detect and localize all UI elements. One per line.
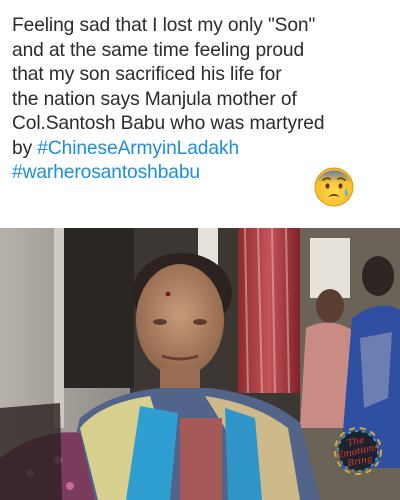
caption-line: by #ChineseArmyinLadakh	[12, 137, 390, 162]
sad-face-emoji-icon	[314, 167, 354, 207]
caption-line: that my son sacrificed his life for	[12, 64, 282, 85]
caption-text: Feeling sad that I lost my only "Son" an…	[12, 14, 390, 186]
caption-line: Col.Santosh Babu who was martyred	[12, 113, 325, 134]
caption-line: Feeling sad that I lost my only "Son"	[12, 15, 316, 36]
caption-by-text: by	[12, 137, 38, 159]
caption-line: and at the same time feeling proud	[12, 39, 305, 61]
hashtag-link[interactable]: #ChineseArmyinLadakh	[37, 138, 239, 159]
caption-panel: Feeling sad that I lost my only "Son" an…	[0, 0, 400, 228]
caption-line: the nation says Manjula mother of	[12, 88, 297, 110]
